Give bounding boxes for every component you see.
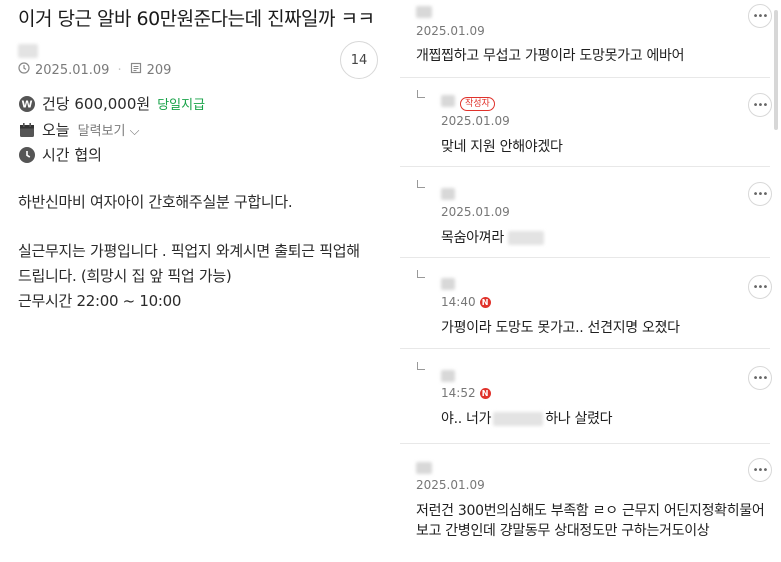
comment-text-part: 하나 살렸다 [545, 411, 613, 427]
reply-arrow-icon [417, 180, 425, 188]
comment-time-text: 14:52 [441, 386, 476, 400]
time-row: 시간 협의 [18, 144, 102, 165]
work-day: 오늘 [42, 121, 70, 139]
comment-text-line-1: 저런건 300번의심해도 부족함 ㄹㅇ 근무지 어딘지정확히물어 [416, 503, 765, 519]
commenter-name-blurred [441, 95, 455, 107]
commenter-name-blurred [416, 6, 432, 18]
comment-text: 야.. 너가 하나 살렸다 [441, 408, 613, 428]
reply-arrow-icon [417, 362, 425, 370]
more-options-button[interactable]: ••• [748, 366, 772, 390]
comment-divider [400, 348, 770, 349]
post-date: 2025.01.09 [35, 62, 110, 78]
more-options-button[interactable]: ••• [748, 93, 772, 117]
comment-divider [400, 77, 770, 78]
comment-divider [400, 166, 770, 167]
work-time: 시간 협의 [42, 146, 102, 164]
new-badge: N [479, 296, 491, 308]
clock-filled-icon [18, 146, 35, 163]
commenter-name-blurred [441, 370, 455, 382]
calendar-link[interactable]: 달력보기 ⌵ [78, 120, 140, 139]
body-line-3: 실근무지는 가평입니다 . 픽업지 와계시면 출퇴근 픽업해 [18, 242, 360, 260]
meta-separator: · [117, 62, 122, 78]
clock-icon [18, 62, 30, 78]
comment-date: 2025.01.09 [441, 114, 510, 128]
more-options-button[interactable]: ••• [748, 4, 772, 28]
reply-arrow-icon [417, 270, 425, 278]
comment-time: 14:40 N [441, 295, 491, 309]
comment-date: 2025.01.09 [416, 478, 485, 492]
commenter-name-blurred [441, 188, 455, 200]
pay-tag: 당일지급 [157, 98, 206, 113]
comment-date: 2025.01.09 [416, 24, 485, 38]
more-options-button[interactable]: ••• [748, 182, 772, 206]
scrollbar[interactable] [774, 10, 778, 130]
censored-text [493, 412, 544, 426]
comment-text-line-2: 보고 간병인데 걍말동무 상대정도만 구하는거도이상 [416, 523, 710, 539]
comment-text: 개찝찝하고 무섭고 가평이라 도망못가고 에바어 [416, 48, 685, 64]
comment-text: 가평이라 도망도 못가고.. 선견지명 오졌다 [441, 320, 680, 336]
pay-row: W 건당 600,000원 당일지급 [18, 93, 205, 114]
comment-date: 2025.01.09 [441, 205, 510, 219]
body-line-4: 드립니다. (희망시 집 앞 픽업 가능) [18, 267, 232, 285]
comment-text-part: 야.. 너가 [441, 411, 492, 427]
comment-text: 목숨아껴라 [441, 227, 545, 247]
author-badge: 작성자 [460, 97, 495, 111]
views-icon [130, 62, 142, 78]
more-options-button[interactable]: ••• [748, 275, 772, 299]
comment-time: 14:52 N [441, 386, 491, 400]
comment-time-text: 14:40 [441, 295, 476, 309]
reply-arrow-icon [417, 90, 425, 98]
more-options-button[interactable]: ••• [748, 458, 772, 482]
author-name-blurred [18, 44, 38, 58]
post-views: 209 [146, 62, 172, 78]
comment-divider [400, 443, 770, 444]
post-panel: 이거 당근 알바 60만원준다는데 진짜일까 ㅋㅋ 2025.01.09 · 2… [0, 0, 392, 562]
new-badge: N [479, 387, 491, 399]
post-title: 이거 당근 알바 60만원준다는데 진짜일까 ㅋㅋ [18, 8, 375, 30]
won-icon: W [18, 95, 35, 112]
commenter-name-blurred [416, 462, 432, 474]
svg-text:W: W [21, 99, 32, 110]
censored-text [508, 231, 545, 245]
comment-count-button[interactable]: 14 [340, 41, 378, 79]
post-meta: 2025.01.09 · 209 [18, 62, 171, 78]
calendar-icon [18, 121, 35, 138]
comment-divider [400, 257, 770, 258]
commenter-name-blurred [441, 278, 455, 290]
chevron-down-icon: ⌵ [125, 124, 140, 139]
calendar-link-label: 달력보기 [77, 124, 126, 139]
comment-text: 맞네 지원 안해야겠다 [441, 139, 563, 155]
body-line-5: 근무시간 22:00 ~ 10:00 [18, 292, 182, 310]
body-line-1: 하반신마비 여자아이 간호해주실분 구합니다. [18, 193, 293, 211]
comment-text-part: 목숨아껴라 [441, 230, 504, 246]
date-row: 오늘 달력보기 ⌵ [18, 119, 139, 140]
pay-amount: 건당 600,000원 [42, 95, 151, 113]
